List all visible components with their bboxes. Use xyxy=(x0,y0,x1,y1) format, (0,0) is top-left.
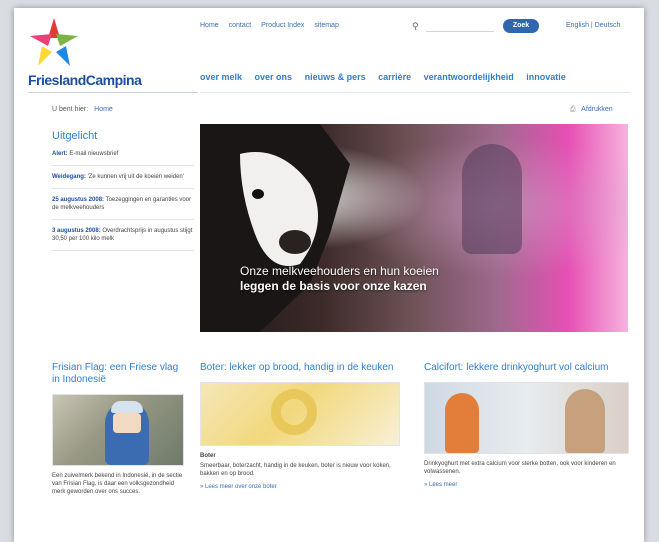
search-input[interactable] xyxy=(426,21,494,32)
person-figure xyxy=(565,389,605,453)
top-link-product-index[interactable]: Product Index xyxy=(261,22,304,29)
breadcrumb: U bent hier: Home xyxy=(52,106,113,113)
nav-item-carriere[interactable]: carrière xyxy=(378,72,411,82)
page: FrieslandCampina Home contact Product In… xyxy=(14,8,644,542)
sidebar-item-title: 25 augustus 2008: xyxy=(52,197,105,203)
feature-text: Een zuivelmerk bekend in Indonesië, in d… xyxy=(52,473,183,495)
butter-curl xyxy=(271,389,317,435)
hero-caption-line2: leggen de basis voor onze kazen xyxy=(240,279,427,293)
logo-text[interactable]: FrieslandCampina xyxy=(28,72,142,88)
top-link-contact[interactable]: contact xyxy=(229,22,252,29)
worker-cap xyxy=(111,401,143,413)
feature-image[interactable] xyxy=(424,382,629,454)
main-nav: over melk over ons nieuws & pers carrièr… xyxy=(200,72,576,82)
feature-more-link[interactable]: » Lees meer over onze boter xyxy=(200,484,400,490)
print-icon: ⎙ xyxy=(570,106,576,113)
feature-title[interactable]: Calcifort: lekkere drinkyoghurt vol calc… xyxy=(424,362,629,374)
top-links: Home contact Product Index sitemap xyxy=(200,22,347,29)
farmer-figure xyxy=(462,144,522,254)
hero-caption: Onze melkveehouders en hun koeien leggen… xyxy=(240,264,439,294)
hero-caption-line1: Onze melkveehouders en hun koeien xyxy=(240,264,439,278)
feature-image[interactable] xyxy=(200,382,400,446)
feature-text: Drinkyoghurt met extra calcium voor ster… xyxy=(424,461,616,475)
sidebar-highlights: Uitgelicht Alert: E-mail nieuwsbrief Wei… xyxy=(52,130,194,258)
person-figure xyxy=(445,393,479,453)
feature-frisian-flag: Frisian Flag: een Friese vlag in Indones… xyxy=(52,362,184,496)
nav-item-innovatie[interactable]: innovatie xyxy=(526,72,566,82)
hero-banner[interactable]: Onze melkveehouders en hun koeien leggen… xyxy=(200,124,628,332)
top-link-sitemap[interactable]: sitemap xyxy=(314,22,339,29)
search-icon: ⚲ xyxy=(412,21,419,31)
sidebar-item[interactable]: 3 augustus 2008: Overdrachtsprijs in aug… xyxy=(52,227,194,251)
print-label: Afdrukken xyxy=(581,106,613,113)
sidebar-item-title: Weidegang: xyxy=(52,174,86,180)
frieslandcampina-logo-icon[interactable] xyxy=(24,14,84,74)
sidebar-item-title: 3 augustus 2008: xyxy=(52,228,101,234)
feature-image[interactable] xyxy=(52,394,184,466)
nav-divider xyxy=(200,92,630,93)
feature-label: Boter xyxy=(200,453,216,459)
feature-more-link[interactable]: » Lees meer xyxy=(424,482,629,488)
language-switch[interactable]: English | Deutsch xyxy=(566,22,620,29)
nav-item-over-ons[interactable]: over ons xyxy=(255,72,293,82)
search-button[interactable]: Zoek xyxy=(503,19,539,33)
worker-face xyxy=(113,413,141,433)
feature-title[interactable]: Frisian Flag: een Friese vlag in Indones… xyxy=(52,362,184,386)
sidebar-item-text: E-mail nieuwsbrief xyxy=(69,151,119,157)
top-link-home[interactable]: Home xyxy=(200,22,219,29)
feature-calcifort: Calcifort: lekkere drinkyoghurt vol calc… xyxy=(424,362,629,488)
nav-item-nieuws-pers[interactable]: nieuws & pers xyxy=(305,72,366,82)
sidebar-item-title: Alert: xyxy=(52,151,68,157)
sidebar-item[interactable]: 25 augustus 2008: Toezeggingen en garant… xyxy=(52,196,194,220)
sidebar-item[interactable]: Weidegang: 'Ze kunnen vrij uit de koeien… xyxy=(52,173,194,189)
sidebar-title: Uitgelicht xyxy=(52,130,98,142)
feature-text: Smeerbaar, boterzacht, handig in de keuk… xyxy=(200,463,391,477)
logo-divider xyxy=(28,92,198,93)
feature-boter: Boter: lekker op brood, handig in de keu… xyxy=(200,362,400,490)
sidebar-item-text: 'Ze kunnen vrij uit de koeien weiden' xyxy=(87,174,184,180)
breadcrumb-label: U bent hier: xyxy=(52,106,89,113)
print-link[interactable]: ⎙ Afdrukken xyxy=(570,106,613,114)
breadcrumb-home[interactable]: Home xyxy=(94,106,113,113)
nav-item-verantwoordelijkheid[interactable]: verantwoordelijkheid xyxy=(424,72,514,82)
feature-title[interactable]: Boter: lekker op brood, handig in de keu… xyxy=(200,362,400,374)
sidebar-item[interactable]: Alert: E-mail nieuwsbrief xyxy=(52,150,194,166)
cow-image xyxy=(200,124,350,332)
nav-item-over-melk[interactable]: over melk xyxy=(200,72,242,82)
